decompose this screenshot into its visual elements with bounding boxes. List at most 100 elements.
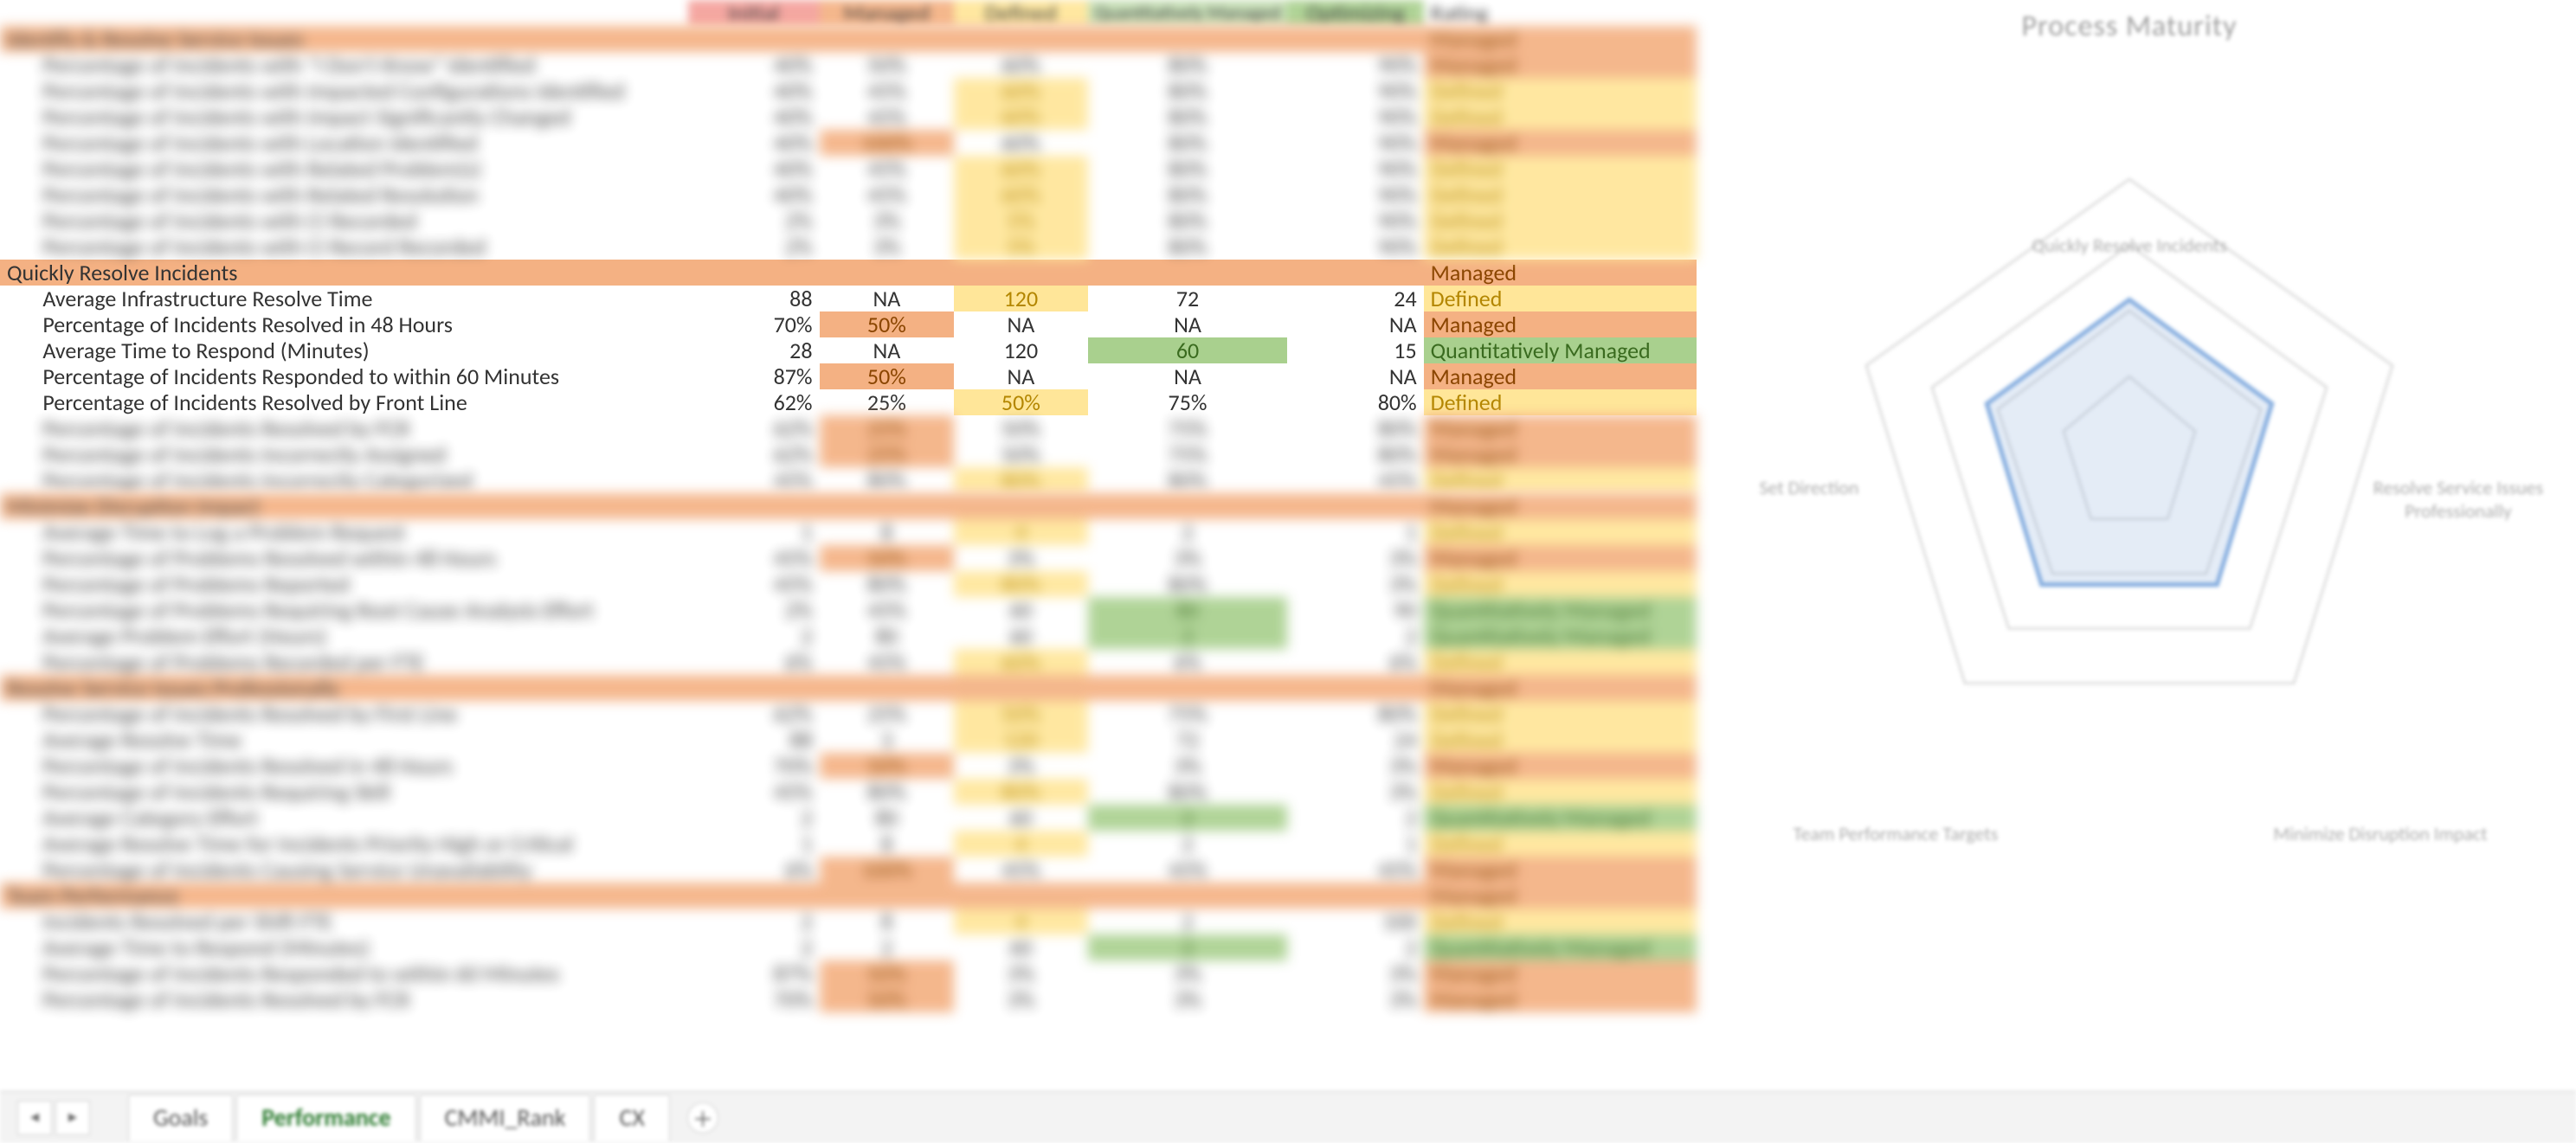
table-row[interactable]: Percentage of Incidents with Related Pro… <box>0 156 1697 182</box>
sheet-tab-cmmi_rank[interactable]: CMMI_Rank <box>420 1095 591 1141</box>
table-row[interactable]: Percentage of Problems Recorded per FTE … <box>0 649 1697 675</box>
table-row[interactable]: Percentage of Incidents with CI Record R… <box>0 234 1697 260</box>
table-row[interactable]: Percentage of Incidents Incorrectly Cate… <box>0 467 1697 493</box>
hdr-defined: Defined <box>954 0 1087 26</box>
hdr-managed: Managed <box>820 0 955 26</box>
rating-cell: Defined <box>1424 831 1697 857</box>
rating-cell: Managed <box>1424 311 1697 337</box>
metric-label: Percentage of Incidents with Impact Sign… <box>35 104 687 130</box>
table-row[interactable]: Percentage of Incidents Causing Service … <box>0 857 1697 883</box>
sheet-tab-bar: ◀ ▶ GoalsPerformanceCMMI_RankCX ＋ <box>0 1091 2576 1143</box>
table-row[interactable]: Percentage of Problems Requiring Root Ca… <box>0 597 1697 623</box>
table-row[interactable]: Percentage of Incidents with Impacted Co… <box>0 78 1697 104</box>
sheet-tab-cx[interactable]: CX <box>594 1095 669 1141</box>
hdr-initial: Initial <box>688 0 820 26</box>
table-row[interactable]: Percentage of Incidents with Related Res… <box>0 182 1697 208</box>
section-title[interactable]: Minimize Disruption Impact <box>0 493 1424 519</box>
table-row[interactable]: Percentage of Incidents with CI Recorded… <box>0 208 1697 234</box>
rating-cell: Managed <box>1424 441 1697 467</box>
table-row[interactable]: Percentage of Incidents Resolved by FCR … <box>0 415 1697 441</box>
section-rating: Managed <box>1424 493 1697 519</box>
metric-label: Average Resolve Time for Incidents Prior… <box>35 831 687 857</box>
table-row[interactable]: Average Time to Log a Problem Request 1 … <box>0 519 1697 545</box>
metric-label: Average Infrastructure Resolve Time <box>35 286 687 311</box>
table-row[interactable]: Percentage of Incidents with Location Id… <box>0 130 1697 156</box>
tab-nav-next[interactable]: ▶ <box>55 1101 90 1135</box>
rating-cell: Quantitatively Managed <box>1424 623 1697 649</box>
tab-nav-prev[interactable]: ◀ <box>17 1101 52 1135</box>
table-row[interactable]: Percentage of Incidents Responded to wit… <box>0 960 1697 986</box>
metric-label: Percentage of Incidents Requiring Skill <box>35 779 687 805</box>
rating-cell: Managed <box>1424 415 1697 441</box>
section-rating: Managed <box>1424 26 1697 52</box>
metric-label: Percentage of Incidents with Location Id… <box>35 130 687 156</box>
table-row[interactable]: Percentage of Incidents Resolved in 48 H… <box>0 753 1697 779</box>
section-rating: Managed <box>1424 675 1697 701</box>
table-row[interactable]: Percentage of Incidents Resolved in 48 H… <box>0 311 1697 337</box>
metric-label: Percentage of Incidents Resolved in 48 H… <box>35 311 687 337</box>
metric-label: Percentage of Incidents with Related Pro… <box>35 156 687 182</box>
table-row[interactable]: Percentage of Problems Resolved within 4… <box>0 545 1697 571</box>
rating-cell: Defined <box>1424 208 1697 234</box>
metric-label: Average Time to Respond (Minutes) <box>35 934 687 960</box>
table-row[interactable]: Percentage of Incidents Incorrectly Assi… <box>0 441 1697 467</box>
table-row[interactable]: Average Resolve Time for Incidents Prior… <box>0 831 1697 857</box>
table-row[interactable]: Percentage of Incidents with Impact Sign… <box>0 104 1697 130</box>
section-title[interactable]: Quickly Resolve Incidents <box>0 260 1424 286</box>
rating-cell: Managed <box>1424 130 1697 156</box>
rating-cell: Quantitatively Managed <box>1424 337 1697 363</box>
table-row[interactable]: Percentage of Incidents Requiring Skill … <box>0 779 1697 805</box>
metric-label: Percentage of Incidents with Related Res… <box>35 182 687 208</box>
rating-cell: Defined <box>1424 467 1697 493</box>
table-row[interactable]: Percentage of Incidents Resolved by Fron… <box>0 389 1697 415</box>
table-row[interactable]: Average Category Effort 2 80 60 2 2 Quan… <box>0 805 1697 831</box>
section-title[interactable]: Resolve Service Issues Professionally <box>0 675 1424 701</box>
table-row[interactable]: Percentage of Incidents with "I Don't Kn… <box>0 52 1697 78</box>
table-row[interactable]: Percentage of Incidents Responded to wit… <box>0 363 1697 389</box>
metric-label: Percentage of Incidents Resolved by Firs… <box>35 701 687 727</box>
hdr-opt: Optimizing <box>1287 0 1423 26</box>
table-row[interactable]: Average Problem Effort (Hours) 2 80 60 2… <box>0 623 1697 649</box>
metric-label: Percentage of Problems Requiring Root Ca… <box>35 597 687 623</box>
table-row[interactable]: Average Time to Respond (Minutes) 2 2 60… <box>0 934 1697 960</box>
section-title[interactable]: Identify & Resolve Service Issues <box>0 26 1424 52</box>
rating-cell: Quantitatively Managed <box>1424 805 1697 831</box>
add-sheet-button[interactable]: ＋ <box>687 1102 718 1133</box>
metric-label: Percentage of Incidents with CI Recorded <box>35 208 687 234</box>
rating-cell: Managed <box>1424 545 1697 571</box>
table-row[interactable]: Incidents Resolved per Shift FTE 2 8 4 2… <box>0 909 1697 934</box>
table-row[interactable]: Percentage of Incidents Resolved by FCR … <box>0 986 1697 1012</box>
metric-label: Incidents Resolved per Shift FTE <box>35 909 687 934</box>
metric-label: Average Problem Effort (Hours) <box>35 623 687 649</box>
rating-cell: Defined <box>1424 234 1697 260</box>
table-row[interactable]: Percentage of Problems Reported 45% 80% … <box>0 571 1697 597</box>
metric-label: Percentage of Problems Reported <box>35 571 687 597</box>
sheet-tab-performance[interactable]: Performance <box>236 1095 415 1141</box>
rating-cell: Defined <box>1424 156 1697 182</box>
sheet-tab-goals[interactable]: Goals <box>128 1095 233 1141</box>
rating-cell: Quantitatively Managed <box>1424 597 1697 623</box>
rating-cell: Defined <box>1424 909 1697 934</box>
table-row[interactable]: Average Resolve Time 88 3 120 72 24 Defi… <box>0 727 1697 753</box>
rating-cell: Defined <box>1424 649 1697 675</box>
rating-cell: Defined <box>1424 389 1697 415</box>
table-row[interactable]: Average Time to Respond (Minutes) 28 NA … <box>0 337 1697 363</box>
metric-label: Percentage of Problems Resolved within 4… <box>35 545 687 571</box>
rating-cell: Managed <box>1424 52 1697 78</box>
hdr-quant: Quantitatively Managed <box>1088 0 1288 26</box>
rating-cell: Managed <box>1424 753 1697 779</box>
table-row[interactable]: Average Infrastructure Resolve Time 88 N… <box>0 286 1697 311</box>
section-title[interactable]: Team Performance <box>0 883 1424 909</box>
metric-label: Percentage of Incidents with Impacted Co… <box>35 78 687 104</box>
section-rating: Managed <box>1424 260 1697 286</box>
rating-cell: Defined <box>1424 701 1697 727</box>
metric-label: Percentage of Incidents Causing Service … <box>35 857 687 883</box>
metric-label: Percentage of Incidents Resolved by FCR <box>35 986 687 1012</box>
rating-cell: Defined <box>1424 519 1697 545</box>
table-row[interactable]: Percentage of Incidents Resolved by Firs… <box>0 701 1697 727</box>
rating-cell: Defined <box>1424 78 1697 104</box>
rating-cell: Defined <box>1424 286 1697 311</box>
metric-label: Percentage of Incidents Resolved by FCR <box>35 415 687 441</box>
metric-label: Percentage of Incidents Responded to wit… <box>35 960 687 986</box>
rating-cell: Defined <box>1424 779 1697 805</box>
